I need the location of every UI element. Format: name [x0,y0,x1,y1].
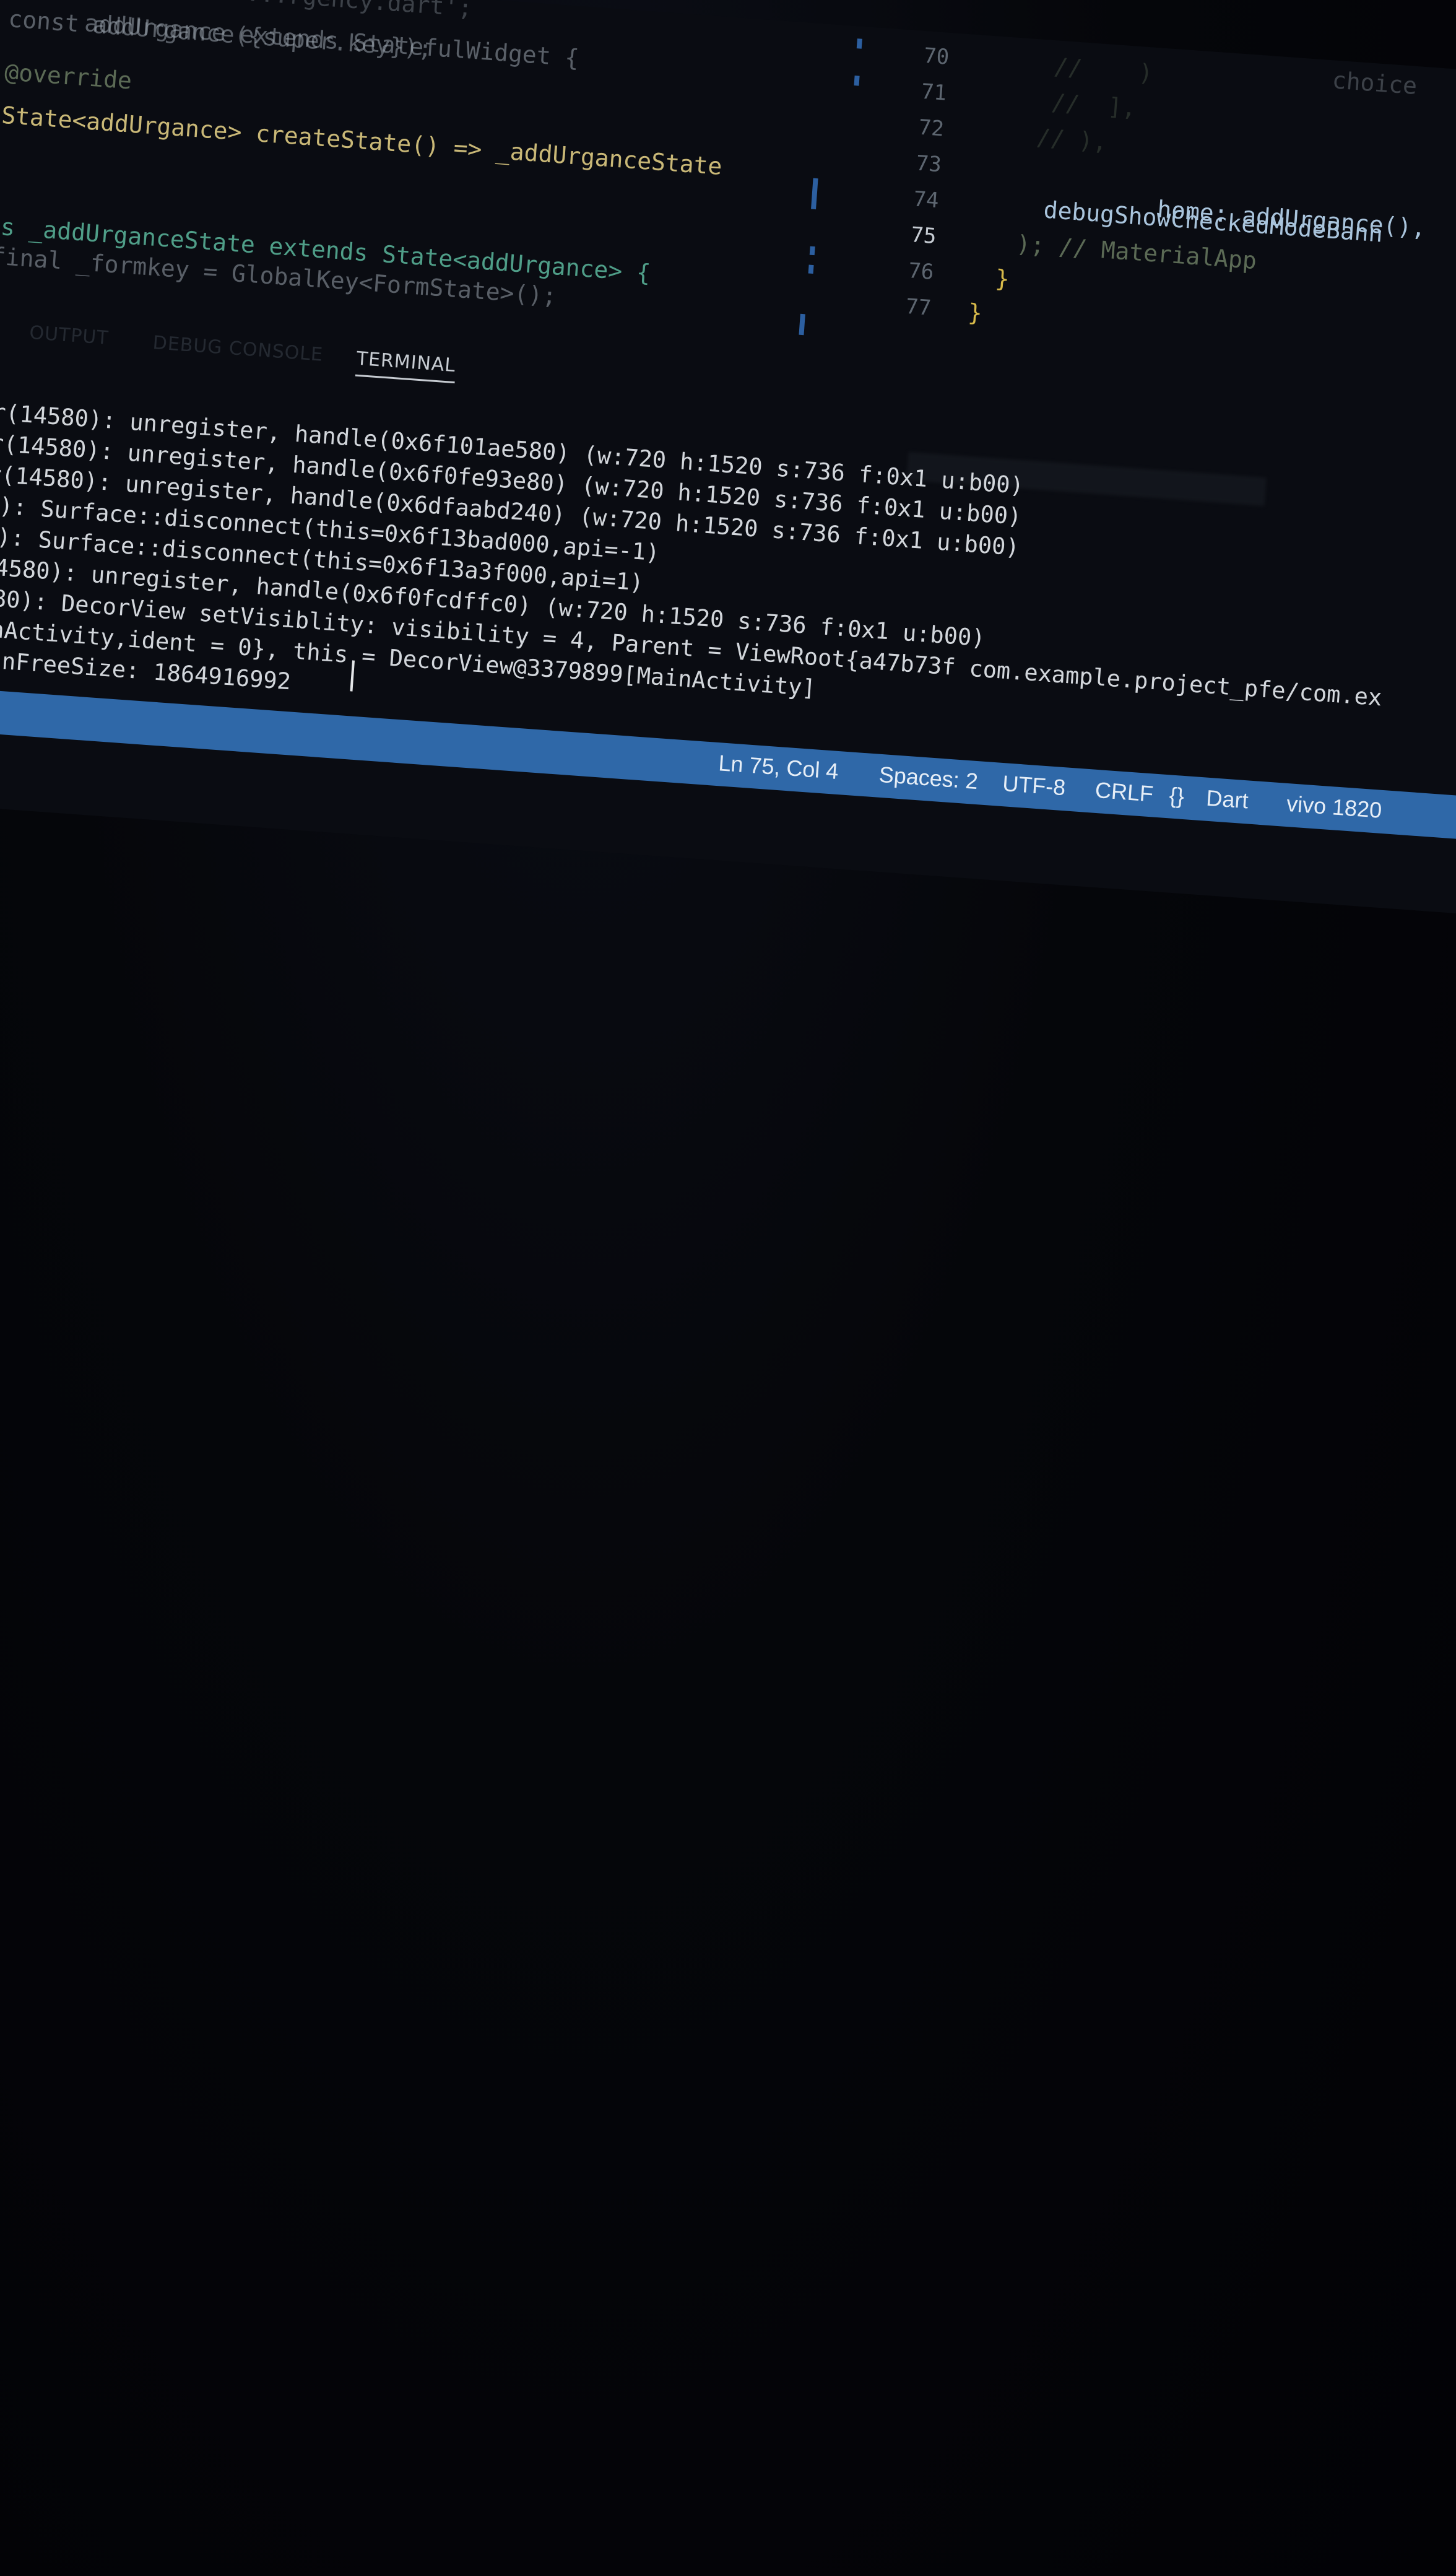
scrollbar-marker [856,38,862,49]
line-number: 74 [912,186,940,214]
status-cursor-position[interactable]: Ln 75, Col 4 [717,750,839,785]
code-line: // ) [1052,53,1154,87]
code-line: } [967,298,984,327]
vscode-window: ...rgency.dart'; addUrgance extends Stat… [0,0,1456,914]
code-line: State<addUrgance> createState() => _addU… [0,101,723,181]
code-line: } [994,264,1011,293]
tab-output[interactable]: OUTPUT [28,322,109,349]
status-language-mode[interactable]: Dart [1205,785,1249,814]
editor-pane-left[interactable]: ...rgency.dart'; addUrgance extends Stat… [0,0,818,374]
line-number: 77 [904,294,932,321]
status-indentation[interactable]: Spaces: 2 [878,762,979,794]
language-braces-icon: {} [1168,782,1185,809]
status-encoding[interactable]: UTF-8 [1002,770,1067,801]
line-number: 73 [915,150,943,178]
line-number: 72 [917,115,945,142]
tab-terminal[interactable]: TERMINAL [355,347,457,384]
line-number: 76 [907,258,935,285]
tab-debug-console[interactable]: DEBUG CONSOLE [152,332,324,366]
line-number: 70 [922,43,950,70]
status-device[interactable]: vivo 1820 [1286,791,1383,824]
status-eol[interactable]: CRLF [1094,777,1155,807]
line-number: 71 [920,79,948,106]
scrollbar-marker [854,76,860,86]
line-number-active: 75 [910,222,937,250]
code-line: // ], [1050,88,1137,122]
code-line: // ), [1035,123,1108,156]
code-fragment: choice [1331,66,1418,100]
photo-scene: ...rgency.dart'; addUrgance extends Stat… [0,0,1456,2576]
editor-pane-right[interactable]: 70 71 72 73 74 75 76 77 // ) // ], // ),… [771,22,1456,427]
